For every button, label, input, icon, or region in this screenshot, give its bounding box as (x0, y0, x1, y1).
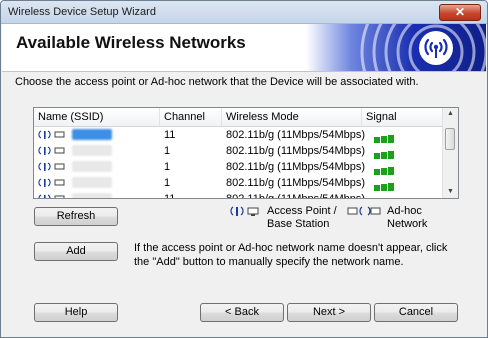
signal-strength-icon (374, 196, 395, 198)
access-point-icon (38, 162, 65, 171)
column-header-mode[interactable]: Wireless Mode (222, 108, 362, 126)
header-banner: Available Wireless Networks (2, 24, 486, 72)
add-info-line1: If the access point or Ad-hoc network na… (134, 242, 448, 254)
cancel-button[interactable]: Cancel (374, 303, 458, 322)
wireless-logo-icon (306, 24, 486, 71)
refresh-button[interactable]: Refresh (34, 207, 118, 226)
mode-cell: 802.11b/g (11Mbps/54Mbps) (226, 145, 366, 157)
access-point-icon (38, 146, 65, 155)
list-scrollbar[interactable]: ▲ ▼ (442, 108, 458, 198)
legend-adhoc-label: Ad-hoc Network (387, 205, 427, 231)
channel-cell: 1 (164, 177, 171, 189)
ssid-value (72, 129, 112, 140)
access-point-icon (38, 194, 65, 198)
scroll-up-icon[interactable]: ▲ (447, 110, 454, 117)
scroll-down-icon[interactable]: ▼ (447, 188, 454, 195)
scroll-thumb[interactable] (445, 128, 455, 150)
mode-cell: 802.11b/g (11Mbps/54Mbps) (226, 161, 366, 173)
adhoc-icon (347, 206, 381, 216)
instruction-text: Choose the access point or Ad-hoc networ… (15, 76, 419, 88)
channel-cell: 11 (164, 129, 176, 141)
ssid-value (72, 145, 112, 156)
add-info-text: If the access point or Ad-hoc network na… (134, 241, 464, 269)
network-row[interactable]: 1 802.11b/g (11Mbps/54Mbps) (34, 175, 444, 191)
access-point-icon (38, 178, 65, 187)
mode-cell: 802.11b/g (11Mbps/54Mbps) (226, 129, 366, 141)
network-row[interactable]: 1 802.11b/g (11Mbps/54Mbps) (34, 159, 444, 175)
back-button[interactable]: < Back (200, 303, 284, 322)
network-list[interactable]: Name (SSID) Channel Wireless Mode Signal… (33, 107, 459, 199)
column-header-ssid[interactable]: Name (SSID) (34, 108, 160, 126)
ssid-value (72, 161, 112, 172)
window-title: Wireless Device Setup Wizard (8, 6, 156, 18)
channel-cell: 1 (164, 145, 171, 157)
column-header-channel[interactable]: Channel (160, 108, 222, 126)
ssid-value (72, 177, 112, 188)
close-button[interactable]: ✕ (439, 4, 481, 21)
ssid-value (72, 193, 112, 198)
title-bar: Wireless Device Setup Wizard ✕ (1, 1, 487, 24)
list-header: Name (SSID) Channel Wireless Mode Signal (34, 108, 444, 127)
next-button[interactable]: Next > (287, 303, 371, 322)
legend-adhoc-line2: Network (387, 218, 428, 230)
channel-cell: 1 (164, 161, 171, 173)
mode-cell: 802.11b/g (11Mbps/54Mbps) (226, 193, 366, 199)
network-row[interactable]: 11 802.11b/g (11Mbps/54Mbps) (34, 127, 444, 143)
mode-cell: 802.11b/g (11Mbps/54Mbps) (226, 177, 366, 189)
legend-access-point-line1: Access Point / (267, 205, 337, 217)
wizard-window: Wireless Device Setup Wizard ✕ Available… (0, 0, 488, 338)
access-point-icon (38, 130, 65, 139)
page-title: Available Wireless Networks (16, 33, 246, 52)
channel-cell: 11 (164, 193, 176, 199)
legend-adhoc-line1: Ad-hoc (387, 205, 422, 217)
legend-access-point-line2: Base Station (267, 218, 330, 230)
access-point-icon (230, 206, 259, 216)
add-info-line2: the "Add" button to manually specify the… (134, 256, 404, 268)
column-header-signal[interactable]: Signal (362, 108, 444, 126)
help-button[interactable]: Help (34, 303, 118, 322)
network-row[interactable]: 1 802.11b/g (11Mbps/54Mbps) (34, 143, 444, 159)
legend-access-point-label: Access Point / Base Station (267, 205, 337, 231)
network-row[interactable]: 11 802.11b/g (11Mbps/54Mbps) (34, 191, 444, 199)
add-button[interactable]: Add (34, 242, 118, 261)
